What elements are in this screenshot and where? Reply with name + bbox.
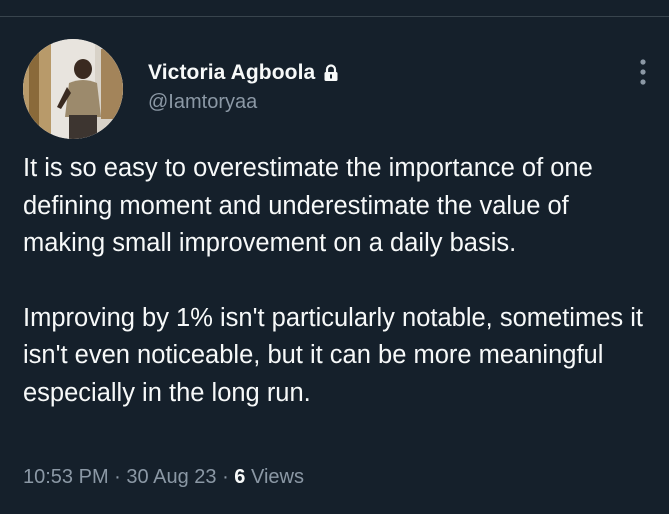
- handle[interactable]: @Iamtoryaa: [148, 91, 257, 114]
- tweet-time[interactable]: 10:53 PM: [23, 466, 109, 488]
- display-name[interactable]: Victoria Agboola: [148, 61, 315, 85]
- tweet-text: It is so easy to overestimate the import…: [23, 150, 653, 412]
- lock-icon: [323, 64, 339, 82]
- tweet-date[interactable]: 30 Aug 23: [126, 466, 216, 488]
- meta-separator: ·: [222, 466, 229, 488]
- views-label: Views: [250, 466, 304, 488]
- profile-photo-icon: [23, 39, 123, 139]
- tweet-meta: 10:53 PM · 30 Aug 23 · 6 Views: [23, 466, 304, 489]
- tweet-card: Victoria Agboola @Iamtoryaa It is so eas…: [0, 0, 669, 514]
- tweet-paragraph: It is so easy to overestimate the import…: [23, 154, 593, 257]
- tweet-paragraph: Improving by 1% isn't particularly notab…: [23, 303, 643, 407]
- top-divider: [0, 16, 669, 17]
- avatar[interactable]: [23, 39, 123, 139]
- more-vertical-icon[interactable]: [638, 57, 648, 87]
- author-name-row: Victoria Agboola: [148, 61, 339, 85]
- views-count[interactable]: 6: [234, 466, 245, 488]
- meta-separator: ·: [114, 466, 121, 488]
